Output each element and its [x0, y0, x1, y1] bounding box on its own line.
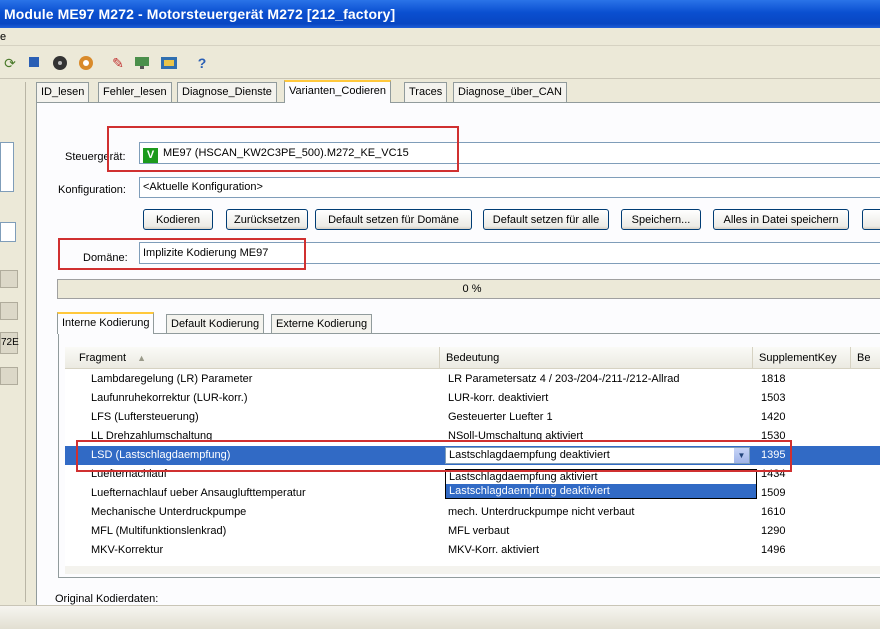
- steuergeraet-value: ME97 (HSCAN_KW2C3PE_500).M272_KE_VC15: [163, 147, 409, 159]
- cell-supplementkey: 1818: [761, 373, 786, 385]
- menubar: e: [0, 28, 880, 46]
- cell-fragment: Mechanische Unterdruckpumpe: [91, 506, 247, 518]
- domaene-field[interactable]: Implizite Kodierung ME97: [139, 242, 880, 264]
- valid-badge: V: [143, 148, 158, 163]
- steuergeraet-label: Steuergerät:: [65, 151, 126, 163]
- column-header-fragment[interactable]: Fragment ▲: [65, 347, 440, 369]
- left-panel: 72E: [0, 82, 26, 602]
- left-panel-box[interactable]: [0, 142, 14, 192]
- table-row[interactable]: Laufunruhekorrektur (LUR-korr.) LUR-korr.…: [65, 389, 880, 408]
- cell-bedeutung: mech. Unterdruckpumpe nicht verbaut: [448, 506, 635, 518]
- cell-supplementkey: 1509: [761, 487, 786, 499]
- cell-fragment: Luefternachlauf ueber Ansauglufttemperat…: [91, 487, 306, 499]
- table-row[interactable]: MFL (Multifunktionslenkrad) MFL verbaut 12…: [65, 522, 880, 541]
- default-alle-button[interactable]: Default setzen für alle: [483, 209, 609, 230]
- domaene-label: Domäne:: [83, 252, 128, 264]
- settings-icon[interactable]: [78, 55, 94, 71]
- dropdown-option-selected[interactable]: Lastschlagdaempfung deaktiviert: [446, 484, 756, 498]
- cell-supplementkey: 1530: [761, 430, 786, 442]
- grid-header: Fragment ▲ Bedeutung SupplementKey Be: [65, 347, 880, 369]
- cell-bedeutung: MKV-Korr. aktiviert: [448, 544, 540, 556]
- table-row[interactable]: LFS (Luftersteuerung) Gesteuerter Luefter…: [65, 408, 880, 427]
- cell-supplementkey: 1503: [761, 392, 786, 404]
- toolbar: ⟳ ✎ ?: [0, 47, 880, 79]
- chevron-down-icon[interactable]: ▼: [734, 448, 749, 463]
- cell-supplementkey: 1290: [761, 525, 786, 537]
- kodieren-button[interactable]: Kodieren: [143, 209, 213, 230]
- window-title: Module ME97 M272 - Motorsteuergerät M272…: [0, 0, 880, 28]
- table-row[interactable]: LL Drehzahlumschaltung NSoll-Umschaltung …: [65, 427, 880, 446]
- refresh-icon[interactable]: ⟳: [2, 55, 18, 71]
- tab-diagnose-dienste[interactable]: Diagnose_Dienste: [177, 82, 277, 102]
- tab-id-lesen[interactable]: ID_lesen: [36, 82, 90, 102]
- default-domaene-button[interactable]: Default setzen für Domäne: [315, 209, 472, 230]
- cell-bedeutung: MFL verbaut: [448, 525, 510, 537]
- left-panel-field[interactable]: [0, 222, 16, 242]
- subtab-default-kodierung[interactable]: Default Kodierung: [166, 314, 265, 334]
- extra-button[interactable]: [862, 209, 880, 230]
- steuergeraet-field[interactable]: V ME97 (HSCAN_KW2C3PE_500).M272_KE_VC15: [139, 142, 880, 164]
- column-header-supplementkey[interactable]: SupplementKey: [753, 347, 851, 369]
- disc-icon[interactable]: [52, 55, 68, 71]
- left-panel-label: 72E: [0, 332, 19, 354]
- alles-datei-speichern-button[interactable]: Alles in Datei speichern: [713, 209, 849, 230]
- subtab-interne-kodierung[interactable]: Interne Kodierung: [57, 312, 155, 334]
- zuruecksetzen-button[interactable]: Zurücksetzen: [226, 209, 308, 230]
- cell-supplementkey: 1434: [761, 468, 786, 480]
- horizontal-scrollbar[interactable]: [65, 566, 880, 574]
- left-panel-button[interactable]: [0, 270, 18, 288]
- cell-fragment: LL Drehzahlumschaltung: [91, 430, 213, 442]
- menu-item[interactable]: e: [0, 31, 6, 43]
- bottom-area: [0, 605, 880, 629]
- cell-fragment: Lambdaregelung (LR) Parameter: [91, 373, 253, 385]
- table-row[interactable]: Lambdaregelung (LR) Parameter LR Paramete…: [65, 370, 880, 389]
- cell-bedeutung: Gesteuerter Luefter 1: [448, 411, 553, 423]
- tab-diagnose-ueber-can[interactable]: Diagnose_über_CAN: [453, 82, 567, 102]
- tab-traces[interactable]: Traces: [404, 82, 448, 102]
- column-header-be[interactable]: Be: [851, 347, 880, 369]
- coding-grid: Fragment ▲ Bedeutung SupplementKey Be La…: [65, 347, 880, 573]
- help-icon[interactable]: ?: [194, 55, 210, 71]
- dropdown-list: Lastschlagdaempfung aktiviert Lastschlag…: [445, 469, 757, 499]
- column-header-label: Fragment: [79, 352, 127, 364]
- konfiguration-label: Konfiguration:: [58, 184, 126, 196]
- left-panel-button[interactable]: [0, 302, 18, 320]
- tool-icon[interactable]: ✎: [110, 55, 126, 71]
- combobox-value: Lastschlagdaempfung deaktiviert: [449, 449, 610, 461]
- table-row[interactable]: LSD (Lastschlagdaempfung) Lastschlagdaemp…: [65, 446, 880, 465]
- original-kodierdaten-label: Original Kodierdaten:: [55, 593, 159, 605]
- progress-bar: 0 %: [57, 279, 880, 299]
- subtab-externe-kodierung[interactable]: Externe Kodierung: [271, 314, 373, 334]
- cell-bedeutung: LUR-korr. deaktiviert: [448, 392, 549, 404]
- column-header-bedeutung[interactable]: Bedeutung: [440, 347, 753, 369]
- tab-fehler-lesen[interactable]: Fehler_lesen: [98, 82, 172, 102]
- cell-fragment: MKV-Korrektur: [91, 544, 164, 556]
- stop-icon[interactable]: [26, 55, 42, 71]
- sort-asc-icon: ▲: [137, 353, 147, 363]
- bedeutung-combobox[interactable]: Lastschlagdaempfung deaktiviert ▼: [445, 447, 750, 464]
- speichern-button[interactable]: Speichern...: [621, 209, 701, 230]
- cell-fragment: MFL (Multifunktionslenkrad): [91, 525, 227, 537]
- tab-varianten-codieren[interactable]: Varianten_Codieren: [284, 80, 392, 103]
- progress-text: 0 %: [462, 283, 482, 295]
- cell-fragment: LFS (Luftersteuerung): [91, 411, 199, 423]
- cell-supplementkey: 1610: [761, 506, 786, 518]
- left-panel-button[interactable]: [0, 367, 18, 385]
- cell-supplementkey: 1496: [761, 544, 786, 556]
- cell-bedeutung: NSoll-Umschaltung aktiviert: [448, 430, 584, 442]
- dropdown-option[interactable]: Lastschlagdaempfung aktiviert: [446, 470, 756, 484]
- cell-fragment: Laufunruhekorrektur (LUR-korr.): [91, 392, 248, 404]
- table-row[interactable]: MKV-Korrektur MKV-Korr. aktiviert 1496: [65, 541, 880, 560]
- chip-icon[interactable]: [160, 55, 177, 71]
- table-row[interactable]: Mechanische Unterdruckpumpe mech. Unterdr…: [65, 503, 880, 522]
- network-icon[interactable]: [134, 55, 150, 71]
- cell-fragment: Luefternachlauf: [91, 468, 167, 480]
- cell-bedeutung: LR Parametersatz 4 / 203-/204-/211-/212-…: [448, 373, 680, 385]
- cell-supplementkey: 1395: [761, 449, 786, 461]
- cell-fragment: LSD (Lastschlagdaempfung): [91, 449, 231, 461]
- konfiguration-field[interactable]: <Aktuelle Konfiguration>: [139, 177, 880, 198]
- cell-supplementkey: 1420: [761, 411, 786, 423]
